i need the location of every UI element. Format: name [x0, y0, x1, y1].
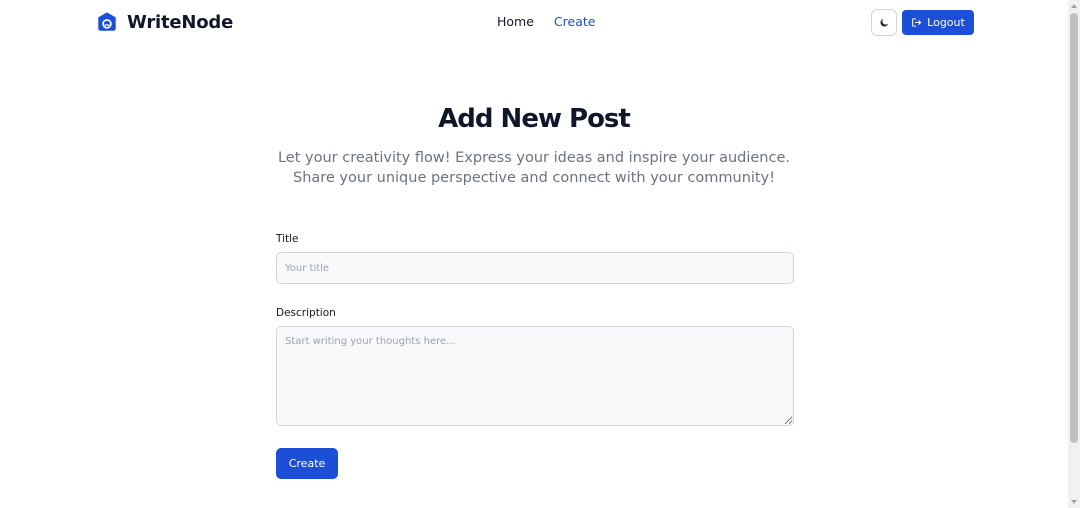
navbar: WriteNode Home Create Logout: [0, 0, 1068, 46]
main-nav: Home Create: [497, 14, 595, 30]
scrollbar-thumb[interactable]: [1070, 13, 1078, 443]
logout-icon: [912, 18, 922, 27]
nav-link-home[interactable]: Home: [497, 14, 534, 30]
scroll-down-arrow-icon[interactable]: [1068, 496, 1080, 508]
brand-name: WriteNode: [127, 11, 234, 33]
page-title: Add New Post: [438, 104, 631, 134]
create-button[interactable]: Create: [276, 448, 338, 479]
brand-logo-link[interactable]: WriteNode: [96, 10, 233, 34]
scroll-up-arrow-icon[interactable]: [1068, 0, 1080, 12]
title-label: Title: [276, 233, 299, 245]
page-subtitle-line-2: Share your unique perspective and connec…: [292, 170, 776, 186]
logout-button[interactable]: Logout: [902, 10, 974, 35]
page-subtitle-line-1: Let your creativity flow! Express your i…: [277, 150, 790, 166]
robot-logo-icon: [98, 12, 116, 31]
nav-link-create[interactable]: Create: [554, 14, 596, 30]
title-input[interactable]: [276, 252, 794, 284]
logout-label: Logout: [927, 16, 965, 29]
vertical-scrollbar[interactable]: [1068, 0, 1080, 508]
moon-icon: [880, 18, 888, 27]
description-textarea[interactable]: [276, 326, 794, 426]
page-subtitle: Let your creativity flow! Express your i…: [0, 148, 1068, 188]
description-label: Description: [276, 307, 336, 319]
theme-toggle-button[interactable]: [871, 9, 897, 36]
